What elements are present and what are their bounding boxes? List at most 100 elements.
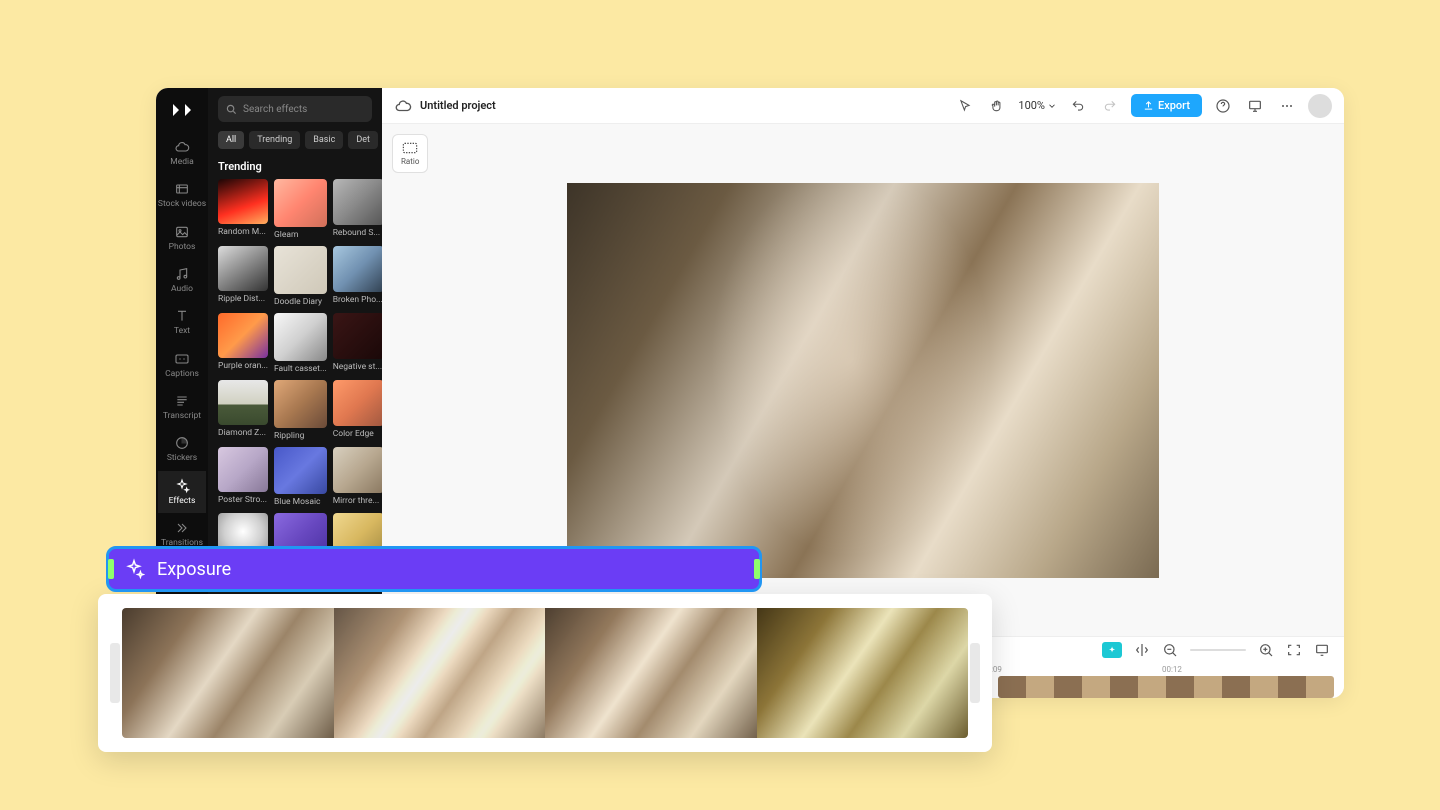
- more-button[interactable]: [1276, 95, 1298, 117]
- filmstrip-frame[interactable]: [757, 608, 969, 738]
- zoom-out-icon[interactable]: [1162, 642, 1178, 658]
- stickers-icon: [174, 435, 190, 451]
- effect-label: Purple oran...: [218, 361, 268, 371]
- clip-handle-right[interactable]: [754, 559, 760, 579]
- cloud-save-icon[interactable]: [394, 97, 412, 115]
- filter-row: AllTrendingBasicDet: [218, 130, 372, 150]
- zoom-level[interactable]: 100%: [1018, 99, 1057, 112]
- sidebar-item-transcript[interactable]: Transcript: [158, 386, 206, 428]
- effect-thumbnail: [274, 447, 327, 495]
- sidebar-item-effects[interactable]: Effects: [158, 471, 206, 513]
- text-icon: [174, 308, 190, 324]
- effect-ripple-dist-[interactable]: Ripple Dist...: [218, 246, 268, 307]
- filmstrip-frame[interactable]: [545, 608, 757, 738]
- effect-random-m-[interactable]: Random M...: [218, 179, 268, 240]
- clip-handle-left[interactable]: [108, 559, 114, 579]
- cursor-tool[interactable]: [954, 95, 976, 117]
- effect-thumbnail: [274, 246, 327, 294]
- effect-clip-exposure[interactable]: Exposure: [106, 546, 762, 592]
- video-preview[interactable]: [567, 183, 1159, 578]
- video-clip[interactable]: [998, 676, 1334, 698]
- redo-button[interactable]: [1099, 95, 1121, 117]
- search-icon: [226, 104, 237, 115]
- effect-label: Color Edge: [333, 429, 382, 439]
- user-avatar[interactable]: [1308, 94, 1332, 118]
- search-input[interactable]: Search effects: [218, 96, 372, 122]
- ratio-button[interactable]: Ratio: [392, 134, 428, 173]
- effect-label: Negative st...: [333, 362, 382, 372]
- effect-purple-oran-[interactable]: Purple oran...: [218, 313, 268, 374]
- effect-label: Broken Pho...: [333, 295, 382, 305]
- video-icon: [174, 181, 190, 197]
- effect-negative-st-[interactable]: Negative st...: [333, 313, 382, 374]
- filmstrip[interactable]: [122, 608, 968, 738]
- effect-thumbnail: [333, 447, 382, 493]
- effect-thumbnail: [218, 179, 268, 224]
- effect-fault-casset-[interactable]: Fault casset...: [274, 313, 327, 374]
- effect-label: Rebound S...: [333, 228, 382, 238]
- sidebar-item-media[interactable]: Media: [158, 132, 206, 174]
- filmstrip-panel: [98, 594, 992, 752]
- effect-poster-stro-[interactable]: Poster Stro...: [218, 447, 268, 508]
- effect-rippling[interactable]: Rippling: [274, 380, 327, 441]
- screen-icon[interactable]: [1314, 642, 1330, 658]
- photo-icon: [174, 224, 190, 240]
- effect-thumbnail: [274, 313, 327, 361]
- ratio-icon: [402, 141, 418, 155]
- filter-basic[interactable]: Basic: [305, 131, 343, 149]
- filmstrip-frame[interactable]: [122, 608, 334, 738]
- effect-label: Poster Stro...: [218, 495, 268, 505]
- effect-color-edge[interactable]: Color Edge: [333, 380, 382, 441]
- undo-button[interactable]: [1067, 95, 1089, 117]
- filter-det[interactable]: Det: [348, 131, 378, 149]
- effect-rebound-s-[interactable]: Rebound S...: [333, 179, 382, 240]
- help-button[interactable]: [1212, 95, 1234, 117]
- effect-label: Fault casset...: [274, 364, 327, 374]
- effect-label: Mirror thre...: [333, 496, 382, 506]
- effect-diamond-z-[interactable]: Diamond Z...: [218, 380, 268, 441]
- sidebar-item-text[interactable]: Text: [158, 301, 206, 343]
- upload-icon: [1143, 100, 1154, 111]
- effect-thumbnail: [333, 246, 382, 292]
- effect-mirror-thre-[interactable]: Mirror thre...: [333, 447, 382, 508]
- sparkle-icon: [123, 558, 145, 580]
- effect-label: Ripple Dist...: [218, 294, 268, 304]
- effect-thumbnail: [274, 380, 327, 428]
- sidebar-item-stickers[interactable]: Stickers: [158, 428, 206, 470]
- audio-icon: [174, 266, 190, 282]
- project-title[interactable]: Untitled project: [420, 99, 496, 112]
- search-placeholder: Search effects: [243, 104, 307, 115]
- effect-doodle-diary[interactable]: Doodle Diary: [274, 246, 327, 307]
- sidebar-item-stock-videos[interactable]: Stock videos: [158, 174, 206, 216]
- split-icon[interactable]: [1134, 642, 1150, 658]
- filmstrip-frame[interactable]: [334, 608, 546, 738]
- transitions-icon: [174, 520, 190, 536]
- filter-trending[interactable]: Trending: [249, 131, 300, 149]
- app-logo[interactable]: [170, 98, 194, 122]
- ruler-mark: 00:12: [1162, 665, 1182, 674]
- ai-badge[interactable]: ✦: [1102, 642, 1122, 658]
- captions-icon: [174, 351, 190, 367]
- hand-tool[interactable]: [986, 95, 1008, 117]
- effect-blue-mosaic[interactable]: Blue Mosaic: [274, 447, 327, 508]
- sidebar-item-audio[interactable]: Audio: [158, 259, 206, 301]
- effect-label: Diamond Z...: [218, 428, 268, 438]
- sidebar-item-photos[interactable]: Photos: [158, 217, 206, 259]
- filmstrip-handle-left[interactable]: [110, 643, 120, 703]
- zoom-in-icon[interactable]: [1258, 642, 1274, 658]
- filter-all[interactable]: All: [218, 131, 244, 149]
- effect-thumbnail: [218, 246, 268, 291]
- present-button[interactable]: [1244, 95, 1266, 117]
- effect-thumbnail: [333, 380, 382, 426]
- zoom-slider[interactable]: [1190, 649, 1246, 651]
- fit-icon[interactable]: [1286, 642, 1302, 658]
- sidebar-item-captions[interactable]: Captions: [158, 344, 206, 386]
- export-button[interactable]: Export: [1131, 94, 1202, 117]
- effect-label: Blue Mosaic: [274, 497, 327, 507]
- effect-broken-pho-[interactable]: Broken Pho...: [333, 246, 382, 307]
- effect-label: Rippling: [274, 431, 327, 441]
- effect-label: Random M...: [218, 227, 268, 237]
- effect-gleam[interactable]: Gleam: [274, 179, 327, 240]
- filmstrip-handle-right[interactable]: [970, 643, 980, 703]
- chevron-down-icon: [1047, 101, 1057, 111]
